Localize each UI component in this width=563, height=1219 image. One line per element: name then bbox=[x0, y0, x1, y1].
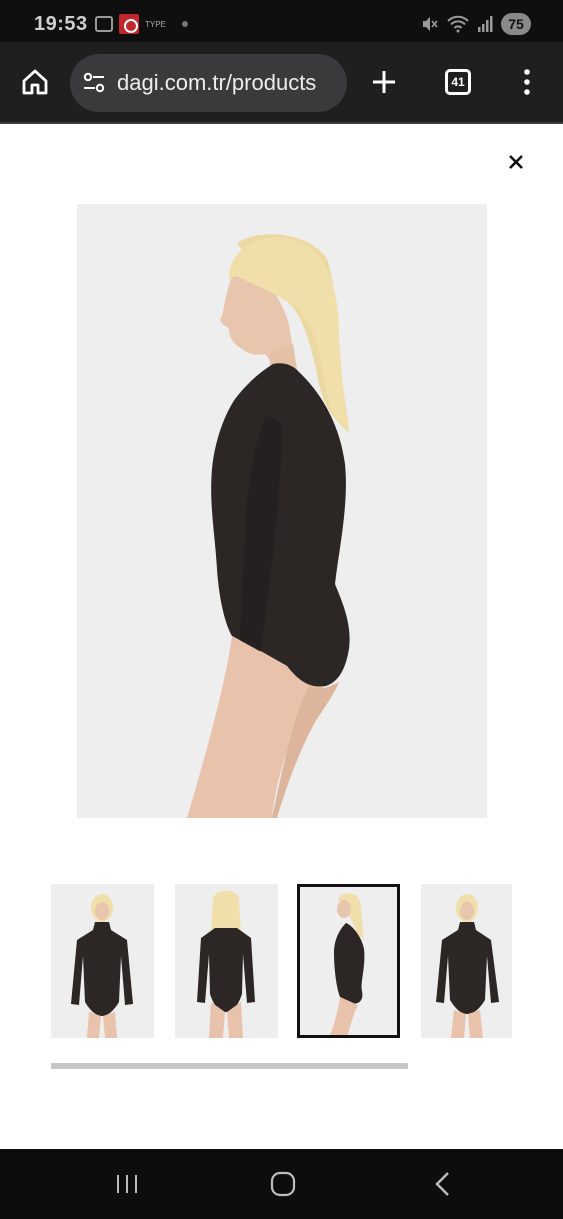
home-icon bbox=[22, 69, 48, 95]
model-front-thumb bbox=[51, 884, 154, 1038]
thumb-side[interactable] bbox=[297, 884, 400, 1038]
system-nav-bar bbox=[0, 1149, 563, 1219]
url-text[interactable]: dagi.com.tr/products bbox=[117, 70, 316, 96]
main-product-image[interactable] bbox=[77, 204, 487, 818]
signal-icon bbox=[478, 16, 493, 32]
thumbnail-scrollbar[interactable] bbox=[51, 1063, 408, 1069]
system-home-button[interactable] bbox=[263, 1166, 303, 1202]
menu-button[interactable] bbox=[507, 62, 547, 102]
close-gallery-button[interactable] bbox=[502, 148, 530, 176]
model-back-thumb bbox=[175, 884, 278, 1038]
wifi-icon bbox=[447, 15, 469, 33]
site-settings-icon[interactable] bbox=[82, 72, 106, 94]
system-back-button[interactable] bbox=[422, 1166, 462, 1202]
thumbnail-strip bbox=[0, 884, 563, 1040]
dot-icon bbox=[181, 21, 188, 27]
recent-apps-icon bbox=[117, 1175, 137, 1193]
battery-icon: 75 bbox=[501, 13, 531, 35]
address-bar[interactable]: dagi.com.tr/products bbox=[70, 54, 347, 112]
status-time: 19:53 bbox=[34, 13, 88, 35]
model-front2-thumb bbox=[421, 884, 512, 1038]
thumb-back[interactable] bbox=[175, 884, 278, 1038]
thumb-front-2[interactable] bbox=[421, 884, 512, 1038]
mute-icon bbox=[423, 17, 438, 31]
model-side-illustration bbox=[77, 204, 487, 818]
notification-text: TYPE bbox=[145, 19, 166, 29]
notification-icons: TYPE bbox=[95, 14, 188, 34]
close-icon bbox=[509, 155, 523, 169]
system-icons: 75 bbox=[421, 13, 531, 35]
menu-icon bbox=[524, 69, 530, 95]
thumb-front[interactable] bbox=[51, 884, 154, 1038]
home-button-icon bbox=[270, 1171, 296, 1197]
home-button[interactable] bbox=[15, 62, 55, 102]
tabs-button[interactable]: 41 bbox=[438, 62, 478, 102]
new-tab-button[interactable] bbox=[364, 62, 404, 102]
screenshot-icon bbox=[95, 16, 113, 32]
recent-apps-button[interactable] bbox=[107, 1166, 147, 1202]
new-tab-icon bbox=[373, 71, 395, 93]
browser-toolbar: dagi.com.tr/products 41 bbox=[0, 42, 563, 124]
status-bar: 19:53 TYPE 75 bbox=[0, 0, 563, 42]
back-icon bbox=[435, 1172, 449, 1196]
model-side-thumb bbox=[300, 887, 397, 1035]
recorder-icon bbox=[119, 14, 139, 34]
tabs-icon: 41 bbox=[445, 69, 471, 95]
